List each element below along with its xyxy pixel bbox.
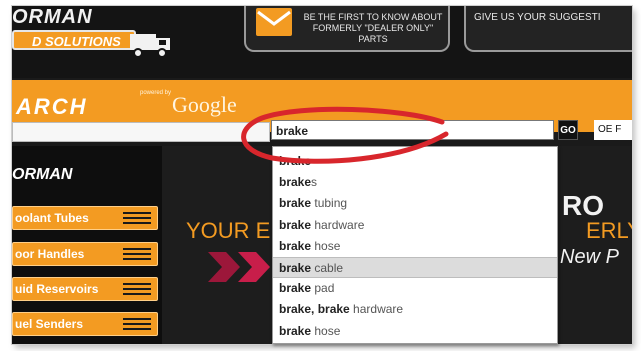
nav-item-label: uel Senders [15, 317, 84, 331]
double-chevron-icon [208, 252, 270, 282]
suggestion-rest: s [311, 175, 318, 190]
truck-icon [130, 34, 170, 58]
suggestion-item[interactable]: brake hose [273, 321, 557, 342]
promo-text: BE THE FIRST TO KNOW ABOUT FORMERLY "DEA… [303, 12, 443, 44]
suggestion-rest: tubing [311, 196, 348, 211]
suggestion-match: brake [279, 281, 312, 296]
search-heading: ARCH [16, 94, 88, 119]
nav-item-label: oolant Tubes [15, 211, 89, 225]
oe-button[interactable]: OE F [594, 120, 632, 140]
suggestion-match: brake [279, 238, 312, 253]
logo-solutions-bar: D SOLUTIONS [12, 30, 136, 50]
suggestion-match: brake, brake [279, 302, 350, 317]
suggestion-text: GIVE US YOUR SUGGESTI [474, 12, 601, 23]
dealer-parts-promo[interactable]: BE THE FIRST TO KNOW ABOUT FORMERLY "DEA… [244, 6, 450, 52]
left-nav: ORMAN oolant Tubes oor Handles uid Reser… [12, 146, 162, 344]
nav-item-fluid-reservoirs[interactable]: uid Reservoirs [12, 277, 158, 301]
nav-item-label: uid Reservoirs [15, 282, 99, 296]
suggestion-item[interactable]: brake hose [273, 236, 557, 257]
banner-text-right: ERLY " [586, 218, 632, 243]
envelope-icon [256, 8, 292, 36]
banner-text-subline: New P [560, 246, 619, 268]
stripes-icon [123, 283, 151, 295]
nav-item-coolant-tubes[interactable]: oolant Tubes [12, 206, 158, 230]
search-input[interactable]: brake [271, 120, 554, 140]
suggestion-item[interactable]: brake tubing [273, 193, 557, 214]
suggestion-item[interactable]: brake, brake hardware [273, 299, 557, 320]
powered-by-label: powered by [140, 90, 172, 96]
suggestion-match: brake [279, 217, 312, 232]
google-logo: Google [172, 92, 237, 117]
suggestion-rest: hose [311, 238, 341, 253]
suggestion-match: brake [279, 323, 312, 338]
autocomplete-dropdown: brake brakes brake tubing brake hardware bra… [272, 146, 558, 344]
suggestion-item[interactable]: brake cable [273, 257, 557, 278]
stripes-icon [123, 212, 151, 224]
suggestion-rest: cable [311, 261, 344, 275]
nav-item-door-handles[interactable]: oor Handles [12, 242, 158, 266]
suggestion-rest: hardware [349, 302, 404, 317]
stripes-icon [123, 318, 151, 330]
suggestion-rest: pad [311, 281, 335, 296]
suggestion-match: brake [279, 196, 312, 211]
stripes-icon [123, 248, 151, 260]
nav-brand: ORMAN [12, 166, 73, 183]
banner-text-left: YOUR E [186, 218, 271, 243]
suggestion-rest: hardware [311, 217, 365, 232]
nav-item-fuel-senders[interactable]: uel Senders [12, 312, 158, 336]
suggestion-item[interactable]: brake pad [273, 278, 557, 299]
search-bar-left [12, 122, 270, 142]
site-header: ORMAN D SOLUTIONS BE THE FIRST TO KNOW A… [12, 6, 632, 78]
search-row: brake GO OE F [12, 118, 632, 142]
suggestion-rest: hose [311, 323, 341, 338]
suggestion-match: brake [279, 154, 312, 168]
brand-logo[interactable]: ORMAN D SOLUTIONS [12, 6, 170, 70]
suggestion-match: brake [279, 261, 312, 275]
suggestions-promo[interactable]: GIVE US YOUR SUGGESTI [464, 6, 632, 52]
go-button[interactable]: GO [558, 120, 578, 140]
suggestion-match: brake [279, 175, 312, 190]
suggestion-item[interactable]: brake hardware [273, 215, 557, 236]
suggestion-item[interactable]: brakes [273, 172, 557, 193]
nav-item-label: oor Handles [15, 247, 85, 261]
logo-wordmark: ORMAN [12, 6, 93, 28]
suggestion-item[interactable]: brake [273, 151, 557, 172]
